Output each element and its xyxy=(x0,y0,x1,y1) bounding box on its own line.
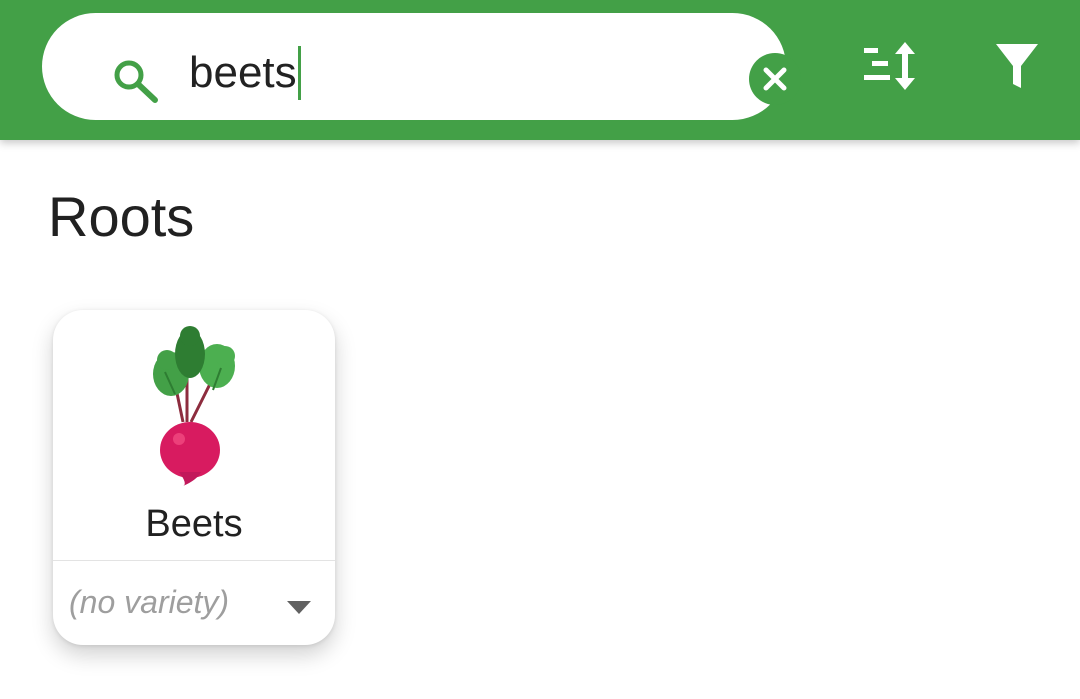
card-divider xyxy=(53,560,335,561)
plant-name: Beets xyxy=(145,503,243,545)
text-cursor xyxy=(297,46,301,100)
search-bar[interactable]: beets xyxy=(42,13,801,120)
chevron-down-icon xyxy=(287,601,311,614)
sort-icon xyxy=(864,42,915,90)
clear-icon xyxy=(749,53,801,105)
clear-search-button[interactable] xyxy=(748,52,802,106)
section-title: Roots xyxy=(48,185,195,248)
top-app-bar: beets xyxy=(0,0,1080,140)
variety-dropdown-button[interactable] xyxy=(271,585,327,629)
beet-icon xyxy=(143,326,243,491)
app-screen: beets Roots Beets (no variety) xyxy=(0,0,1080,699)
sort-button[interactable] xyxy=(862,40,920,92)
filter-button[interactable] xyxy=(994,40,1040,92)
search-icon xyxy=(110,57,160,112)
plant-card[interactable]: Beets (no variety) xyxy=(53,310,335,645)
search-query-text: beets xyxy=(189,48,297,97)
variety-selector[interactable]: (no variety) xyxy=(69,582,229,622)
search-input[interactable]: beets xyxy=(189,43,301,103)
filter-icon xyxy=(996,44,1038,88)
